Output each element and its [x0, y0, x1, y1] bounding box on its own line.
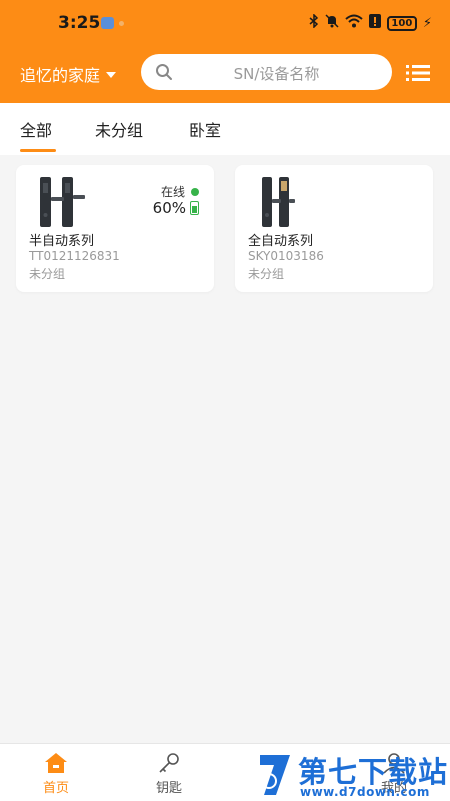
- battery-status-icon: 100: [386, 15, 417, 31]
- device-card[interactable]: 在线 60% 半自动系列 TT0121126831 未分组: [16, 165, 214, 292]
- watermark-logo-icon: [260, 755, 290, 795]
- nav-key-label: 钥匙: [155, 781, 182, 796]
- home-name: 追忆的家庭: [20, 66, 101, 85]
- device-name: 全自动系列: [248, 234, 314, 249]
- caret-down-icon: [106, 72, 117, 78]
- online-dot-icon: [191, 187, 199, 196]
- search-input[interactable]: SN/设备名称: [141, 54, 392, 90]
- watermark: 第七下载站 www.d7down.com: [256, 749, 450, 800]
- device-card[interactable]: 全自动系列 SKY0103186 未分组: [235, 165, 433, 292]
- device-name: 半自动系列: [29, 234, 95, 249]
- status-bar: 3:25 100 ⚡: [0, 0, 450, 44]
- online-status-text: 在线: [160, 185, 185, 199]
- battery-icon: [190, 201, 199, 215]
- smart-lock-image: [40, 177, 85, 227]
- alert-icon: [368, 14, 381, 32]
- device-sn: TT0121126831: [29, 249, 120, 263]
- group-tabs: 全部 未分组 卧室: [0, 103, 450, 155]
- smart-lock-image: [262, 177, 295, 227]
- watermark-url: www.d7down.com: [300, 785, 430, 799]
- charging-icon: ⚡: [422, 15, 432, 31]
- tab-all[interactable]: 全部: [20, 117, 52, 141]
- mute-bell-icon: [325, 14, 339, 32]
- tab-bedroom[interactable]: 卧室: [189, 117, 221, 141]
- tab-ungrouped[interactable]: 未分组: [95, 117, 143, 141]
- notification-dot-icon: [119, 21, 124, 26]
- nav-home[interactable]: 首页: [26, 752, 86, 796]
- list-menu-icon[interactable]: [406, 63, 430, 83]
- device-battery-text: 60%: [152, 199, 186, 217]
- device-battery: 60%: [153, 199, 199, 217]
- status-icons: 100 ⚡: [309, 13, 432, 33]
- status-time: 3:25: [58, 13, 101, 33]
- home-icon: [45, 753, 67, 773]
- home-selector[interactable]: 追忆的家庭: [20, 62, 117, 86]
- app-header: 3:25 100 ⚡ 追忆的家庭 SN/设备名称: [0, 0, 450, 103]
- bluetooth-icon: [309, 13, 319, 32]
- key-icon: [159, 753, 179, 773]
- nav-key[interactable]: 钥匙: [139, 752, 199, 796]
- tab-active-indicator: [20, 149, 56, 152]
- device-group: 未分组: [248, 267, 285, 281]
- wifi-icon: [345, 14, 363, 32]
- usb-icon: [101, 17, 114, 29]
- device-group: 未分组: [29, 267, 66, 281]
- nav-home-label: 首页: [42, 781, 69, 796]
- device-sn: SKY0103186: [248, 249, 324, 263]
- search-placeholder: SN/设备名称: [233, 65, 320, 83]
- online-status: 在线: [161, 183, 199, 200]
